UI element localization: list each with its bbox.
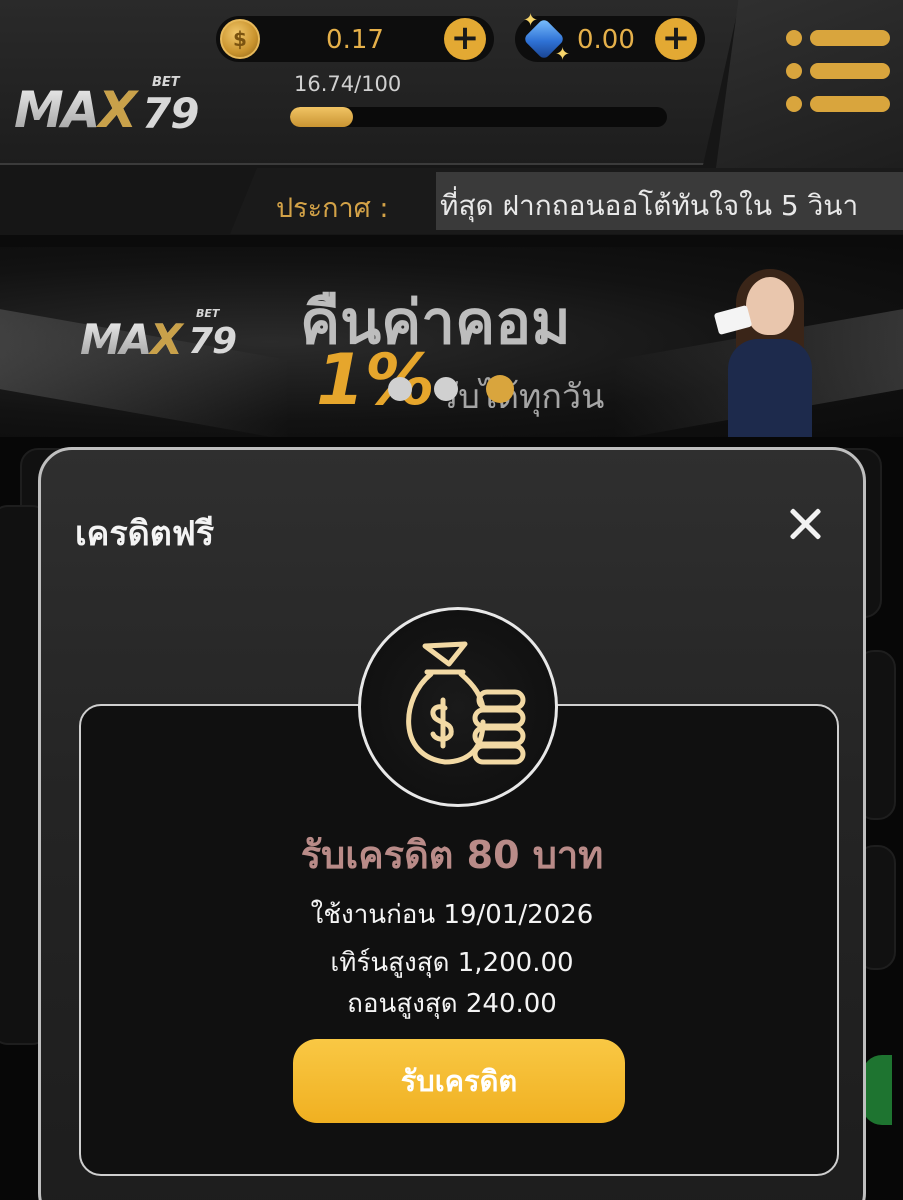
banner-model-image xyxy=(713,269,820,437)
logo-number: 79 xyxy=(142,89,199,138)
menu-icon[interactable] xyxy=(786,30,890,112)
claim-credit-button[interactable]: รับเครดิต xyxy=(293,1039,625,1123)
sparkle-icon: ✦ xyxy=(555,44,571,65)
close-icon[interactable] xyxy=(783,502,827,546)
gem-plus-button[interactable]: + xyxy=(655,18,697,60)
slider-dot-1[interactable] xyxy=(388,377,412,401)
money-bag-icon xyxy=(406,641,526,765)
announcement-ticker: ที่สุด ฝากถอนออโต้ทันใจใน 5 วินา xyxy=(436,172,903,230)
logo-sup: BET xyxy=(152,75,180,90)
announcement-text: ที่สุด ฝากถอนออโต้ทันใจใน 5 วินา xyxy=(440,189,859,222)
level-progress-fill xyxy=(290,107,354,127)
deposit-plus-button[interactable]: + xyxy=(444,18,486,60)
free-credit-modal: เครดิตฟรี รับเครดิต 80 บาท ใช้งานก่อน 19… xyxy=(38,447,866,1200)
banner-subtitle: รับได้ทุกวัน xyxy=(440,377,605,417)
slider-dot-active[interactable] xyxy=(486,375,514,403)
reward-title: รับเครดิต 80 บาท xyxy=(300,833,604,877)
money-bag-badge xyxy=(358,607,558,807)
use-before-text: ใช้งานก่อน 19/01/2026 xyxy=(310,900,594,930)
max-withdraw-text: ถอนสูงสุด 240.00 xyxy=(347,989,557,1019)
sparkle-icon: ✦ xyxy=(523,10,539,31)
logo-text: MAX xyxy=(14,81,137,139)
banner-percent: 1% xyxy=(316,339,435,421)
announcement-label: ประกาศ : xyxy=(276,193,389,224)
site-logo[interactable]: BET MAX 79 xyxy=(14,75,219,145)
level-progress-text: 16.74/100 xyxy=(294,72,402,96)
slider-dot-2[interactable] xyxy=(434,377,458,401)
gem-pill: ✦ ✦ 0.00 + xyxy=(515,10,705,65)
level-progress-bar xyxy=(290,107,667,127)
promo-banner[interactable]: BET MAX 79 คืนค่าคอม 1% รับได้ทุกวัน xyxy=(0,247,903,437)
balance-pill: $ 0.17 + xyxy=(216,16,494,62)
modal-title: เครดิตฟรี xyxy=(75,514,215,554)
max-turnover-text: เทิร์นสูงสุด 1,200.00 xyxy=(330,948,574,978)
gem-value: 0.00 xyxy=(577,25,635,55)
